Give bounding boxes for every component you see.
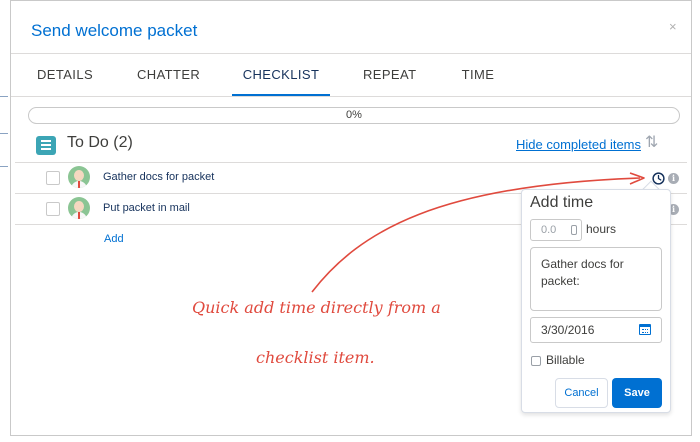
calendar-icon[interactable] [639, 324, 651, 335]
hide-completed-link[interactable]: Hide completed items [516, 137, 641, 152]
add-time-popover: Add time 0.0 hours Gather docs for packe… [521, 189, 671, 413]
billable-label: Billable [546, 353, 585, 367]
info-icon[interactable]: i [668, 173, 679, 184]
description-textarea[interactable]: Gather docs for packet: [530, 247, 662, 311]
save-button[interactable]: Save [612, 378, 662, 408]
checklist-progress-bar: 0% [28, 107, 680, 124]
tabs-divider [11, 96, 691, 97]
annotation-line-1: Quick add time directly from a [192, 298, 441, 317]
date-input[interactable]: 3/30/2016 [530, 317, 662, 343]
item-label: Gather docs for packet [103, 171, 215, 183]
tab-details[interactable]: DETAILS [37, 53, 93, 96]
add-item-link[interactable]: Add [104, 233, 124, 245]
date-value: 3/30/2016 [541, 323, 595, 337]
edge-tick [0, 133, 8, 134]
hours-input[interactable]: 0.0 [530, 219, 582, 241]
billable-checkbox[interactable] [531, 356, 541, 366]
hours-value: 0.0 [541, 224, 557, 236]
checklist-icon [36, 136, 56, 155]
todo-heading: To Do (2) [67, 134, 133, 151]
modal-title: Send welcome packet [31, 21, 198, 40]
tab-checklist[interactable]: CHECKLIST [232, 53, 330, 96]
close-icon[interactable]: × [669, 19, 677, 34]
edge-tick [0, 96, 8, 97]
tab-bar: DETAILS CHATTER CHECKLIST REPEAT TIME [11, 53, 691, 96]
tab-repeat[interactable]: REPEAT [363, 53, 416, 96]
tab-chatter[interactable]: CHATTER [137, 53, 200, 96]
stepper-icon[interactable] [571, 225, 577, 235]
cancel-button[interactable]: Cancel [555, 378, 608, 408]
task-modal: Send welcome packet × DETAILS CHATTER CH… [10, 0, 692, 436]
avatar [68, 197, 90, 219]
popover-title: Add time [530, 194, 594, 211]
sort-arrows-icon[interactable]: ⇅ [645, 132, 658, 152]
hours-label: hours [586, 222, 617, 236]
item-label: Put packet in mail [103, 202, 190, 214]
progress-label: 0% [346, 109, 362, 121]
edge-tick [0, 166, 8, 167]
tab-time[interactable]: TIME [460, 53, 496, 96]
avatar [68, 166, 90, 188]
item-checkbox[interactable] [46, 171, 60, 185]
annotation-line-2: checklist item. [256, 348, 375, 367]
item-checkbox[interactable] [46, 202, 60, 216]
